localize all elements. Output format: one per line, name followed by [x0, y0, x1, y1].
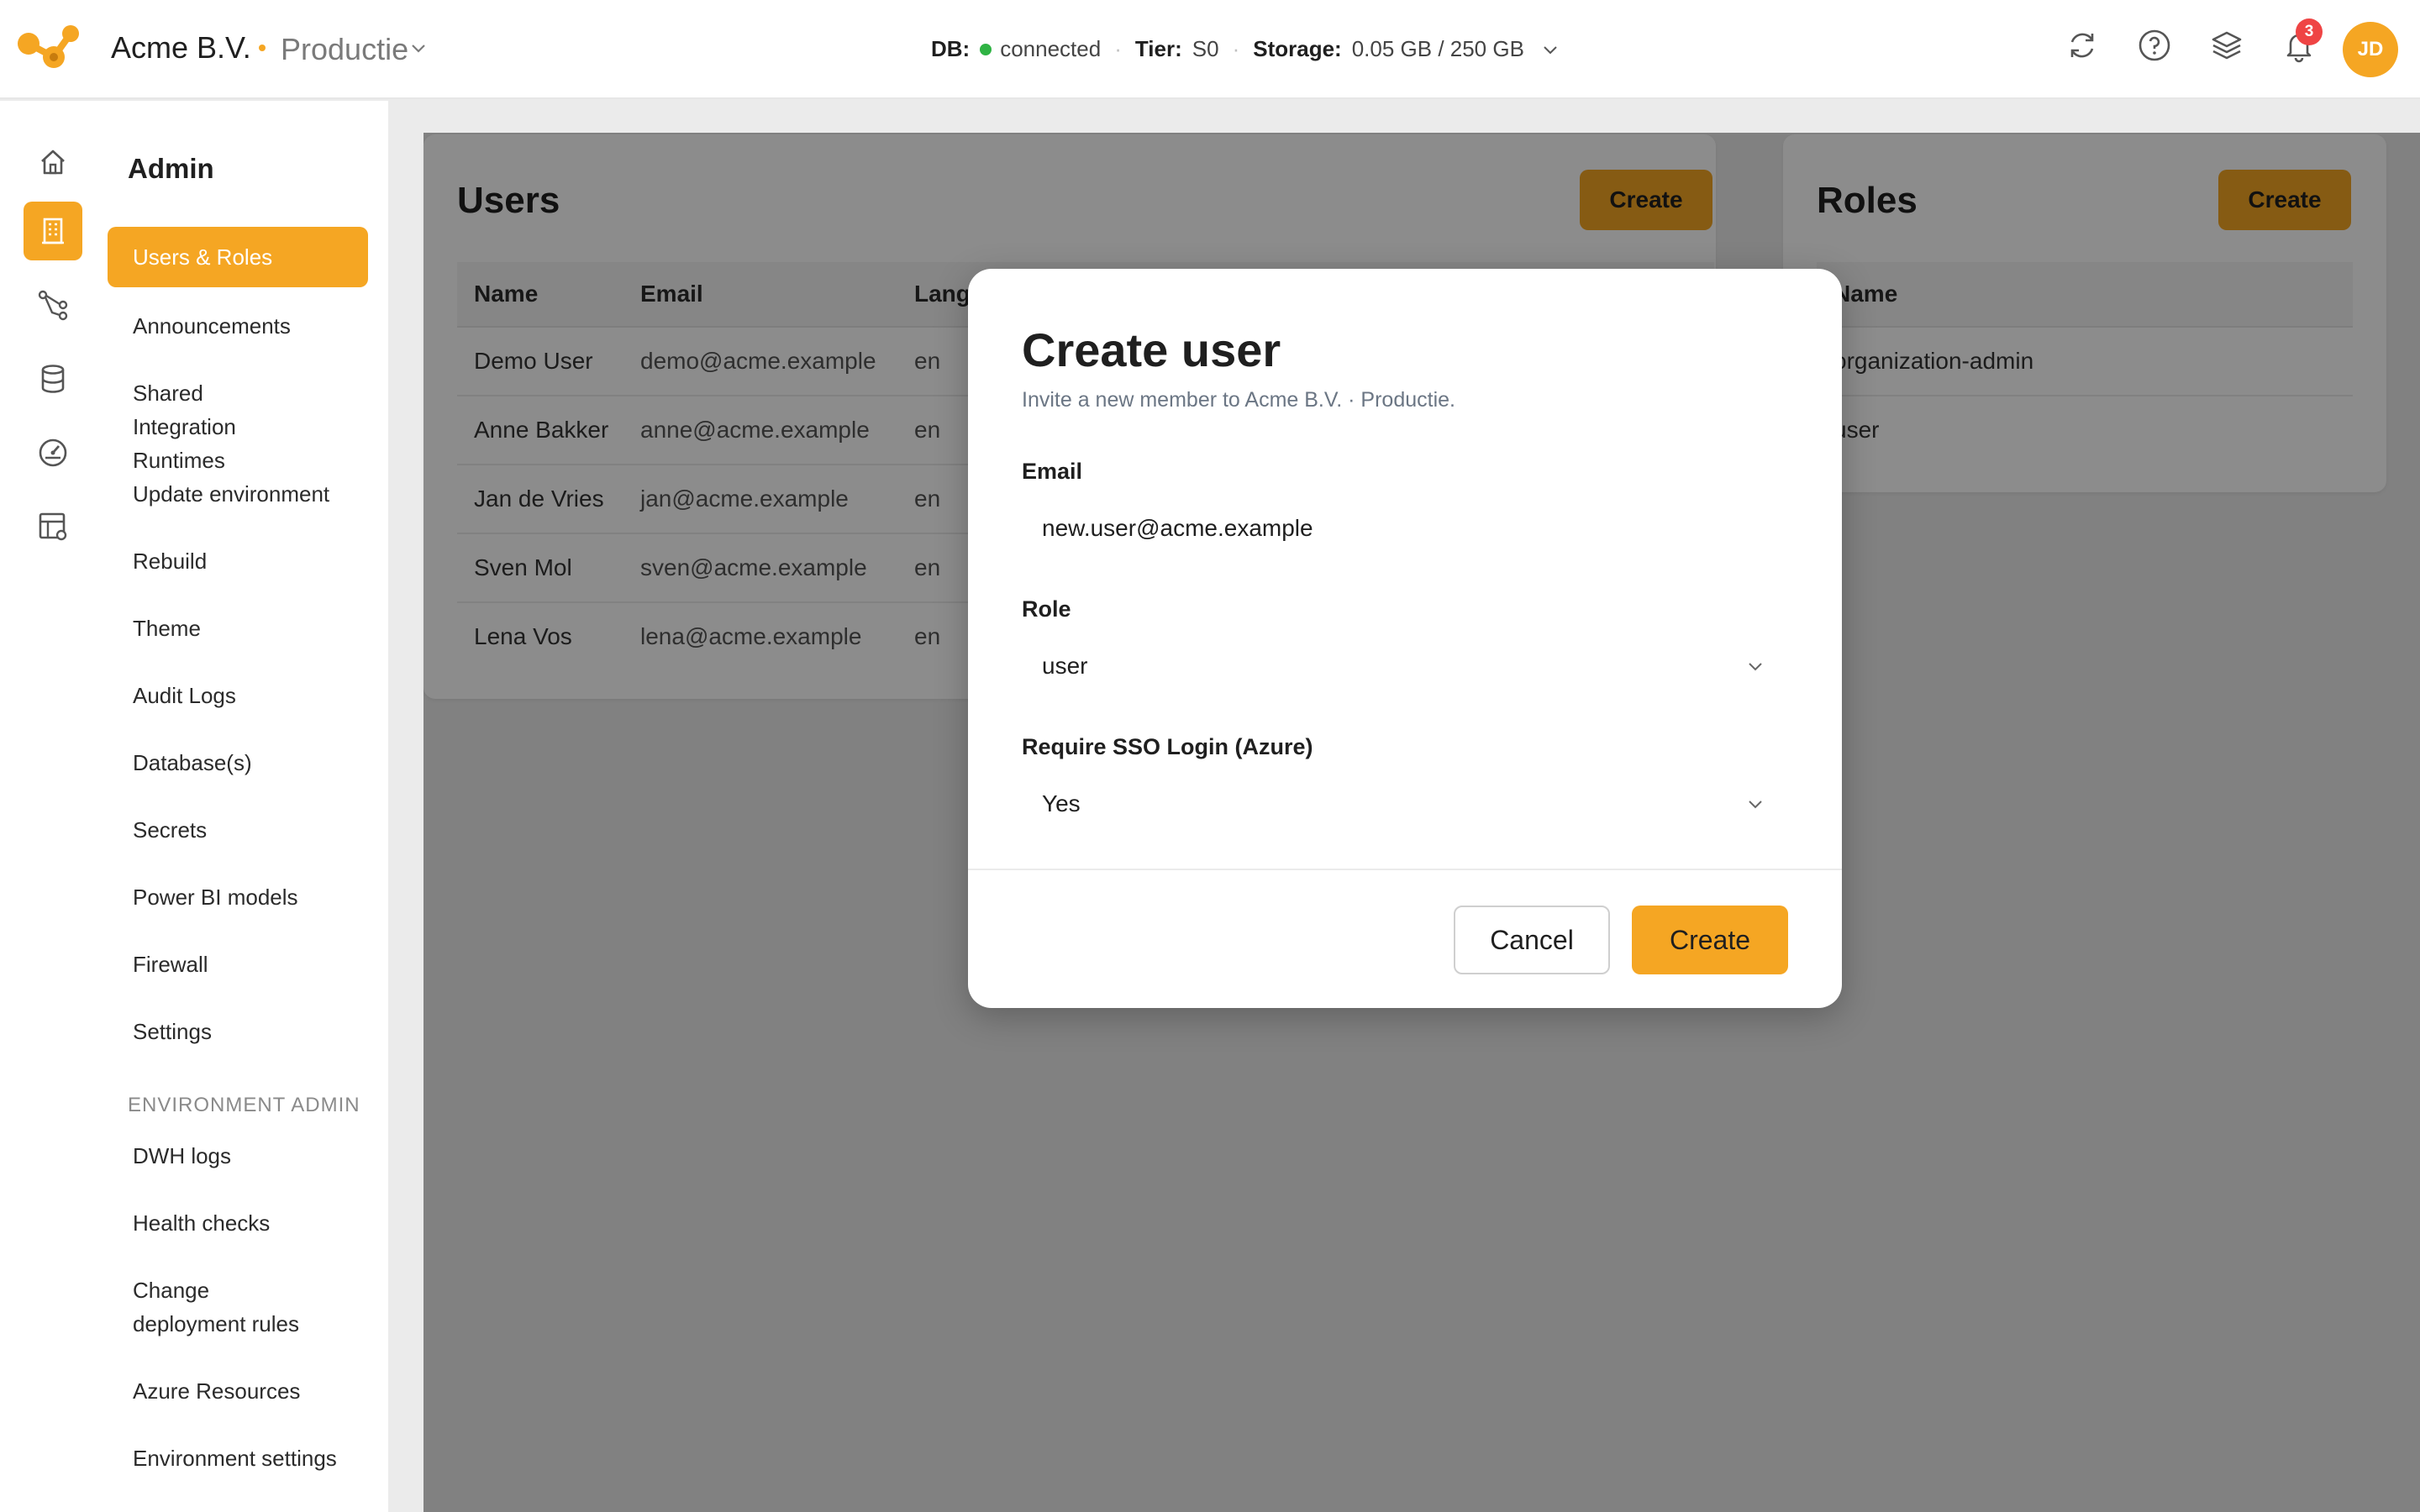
sidebar-item-announcements[interactable]: Announcements — [108, 309, 368, 343]
sidebar-item-power-bi-models[interactable]: Power BI models — [108, 880, 368, 914]
db-status: connected — [1000, 36, 1102, 61]
sso-select[interactable]: Yes — [1022, 774, 1788, 833]
sidebar-item-update-environment[interactable]: Update environment — [108, 477, 368, 511]
environment-selector[interactable]: Productie — [281, 32, 408, 67]
separator: · — [1114, 36, 1122, 61]
db-label: DB: — [931, 36, 971, 61]
status-dot — [980, 43, 992, 55]
separator: · — [1232, 36, 1240, 61]
sidebar-item-firewall[interactable]: Firewall — [108, 948, 368, 981]
org-separator-dot — [259, 45, 266, 51]
pipeline-icon[interactable] — [24, 276, 82, 334]
environment-status: DB: connected · Tier: S0 · Storage: 0.05… — [931, 36, 1560, 62]
org-name: Acme B.V. — [111, 30, 251, 65]
create-button[interactable]: Create — [1632, 906, 1788, 974]
help-icon[interactable] — [2136, 27, 2173, 64]
sidebar-item-users-roles[interactable]: Users & Roles — [108, 227, 368, 287]
email-label: Email — [1022, 459, 1083, 484]
sidebar-item-theme[interactable]: Theme — [108, 612, 368, 645]
tier-label: Tier: — [1134, 36, 1182, 61]
sidebar-item-databases[interactable]: Database(s) — [108, 746, 368, 780]
home-icon[interactable] — [24, 133, 82, 192]
sso-label: Require SSO Login (Azure) — [1022, 734, 1313, 759]
email-field[interactable]: new.user@acme.example — [1022, 499, 1788, 558]
notification-badge: 3 — [2296, 18, 2323, 45]
building-icon[interactable] — [24, 202, 82, 260]
chevron-down-icon — [1749, 801, 1762, 809]
icon-rail — [0, 101, 106, 1512]
section-title-environment-admin: ENVIRONMENT ADMIN — [128, 1094, 360, 1116]
create-user-dialog: Create user Invite a new member to Acme … — [968, 269, 1842, 1008]
sso-value: Yes — [1042, 790, 1081, 816]
dialog-subtitle: Invite a new member to Acme B.V. · Produ… — [1022, 388, 1455, 412]
sidebar-item-environment-settings[interactable]: Environment settings — [108, 1441, 368, 1475]
top-bar: Acme B.V. Productie DB: connected · Tier… — [0, 0, 2420, 99]
cancel-button[interactable]: Cancel — [1454, 906, 1610, 974]
avatar[interactable]: JD — [2343, 22, 2398, 77]
chevron-down-icon[interactable] — [409, 39, 428, 57]
database-icon[interactable] — [24, 349, 82, 408]
admin-sidebar: Admin Users & Roles Announcements Shared… — [106, 101, 388, 1512]
refresh-icon[interactable] — [2064, 27, 2101, 64]
chevron-down-icon[interactable] — [1541, 40, 1560, 59]
dialog-divider — [968, 869, 1842, 870]
sidebar-item-audit-logs[interactable]: Audit Logs — [108, 679, 368, 712]
sidebar-item-shared-integration-runtimes[interactable]: Shared Integration Runtimes — [108, 376, 326, 477]
storage-label: Storage: — [1253, 36, 1342, 61]
table-settings-icon[interactable] — [24, 497, 82, 556]
dialog-title: Create user — [1022, 323, 1281, 376]
tier-value: S0 — [1192, 36, 1219, 61]
logo-icon[interactable] — [17, 24, 81, 72]
role-select[interactable]: user — [1022, 637, 1788, 696]
role-label: Role — [1022, 596, 1071, 622]
layers-icon[interactable] — [2208, 27, 2245, 64]
storage-value: 0.05 GB / 250 GB — [1351, 36, 1524, 61]
chevron-down-icon — [1749, 663, 1762, 671]
sidebar-item-secrets[interactable]: Secrets — [108, 813, 368, 847]
sidebar-item-azure-resources[interactable]: Azure Resources — [108, 1374, 368, 1408]
sidebar-item-settings[interactable]: Settings — [108, 1015, 368, 1048]
sidebar-item-change-deployment-rules[interactable]: Change deployment rules — [108, 1273, 351, 1341]
role-value: user — [1042, 653, 1088, 679]
sidebar-item-health-checks[interactable]: Health checks — [108, 1206, 368, 1240]
sidebar-item-dwh-logs[interactable]: DWH logs — [108, 1139, 368, 1173]
sidebar-title: Admin — [128, 153, 214, 184]
sidebar-item-rebuild[interactable]: Rebuild — [108, 544, 368, 578]
gauge-icon[interactable] — [24, 423, 82, 482]
